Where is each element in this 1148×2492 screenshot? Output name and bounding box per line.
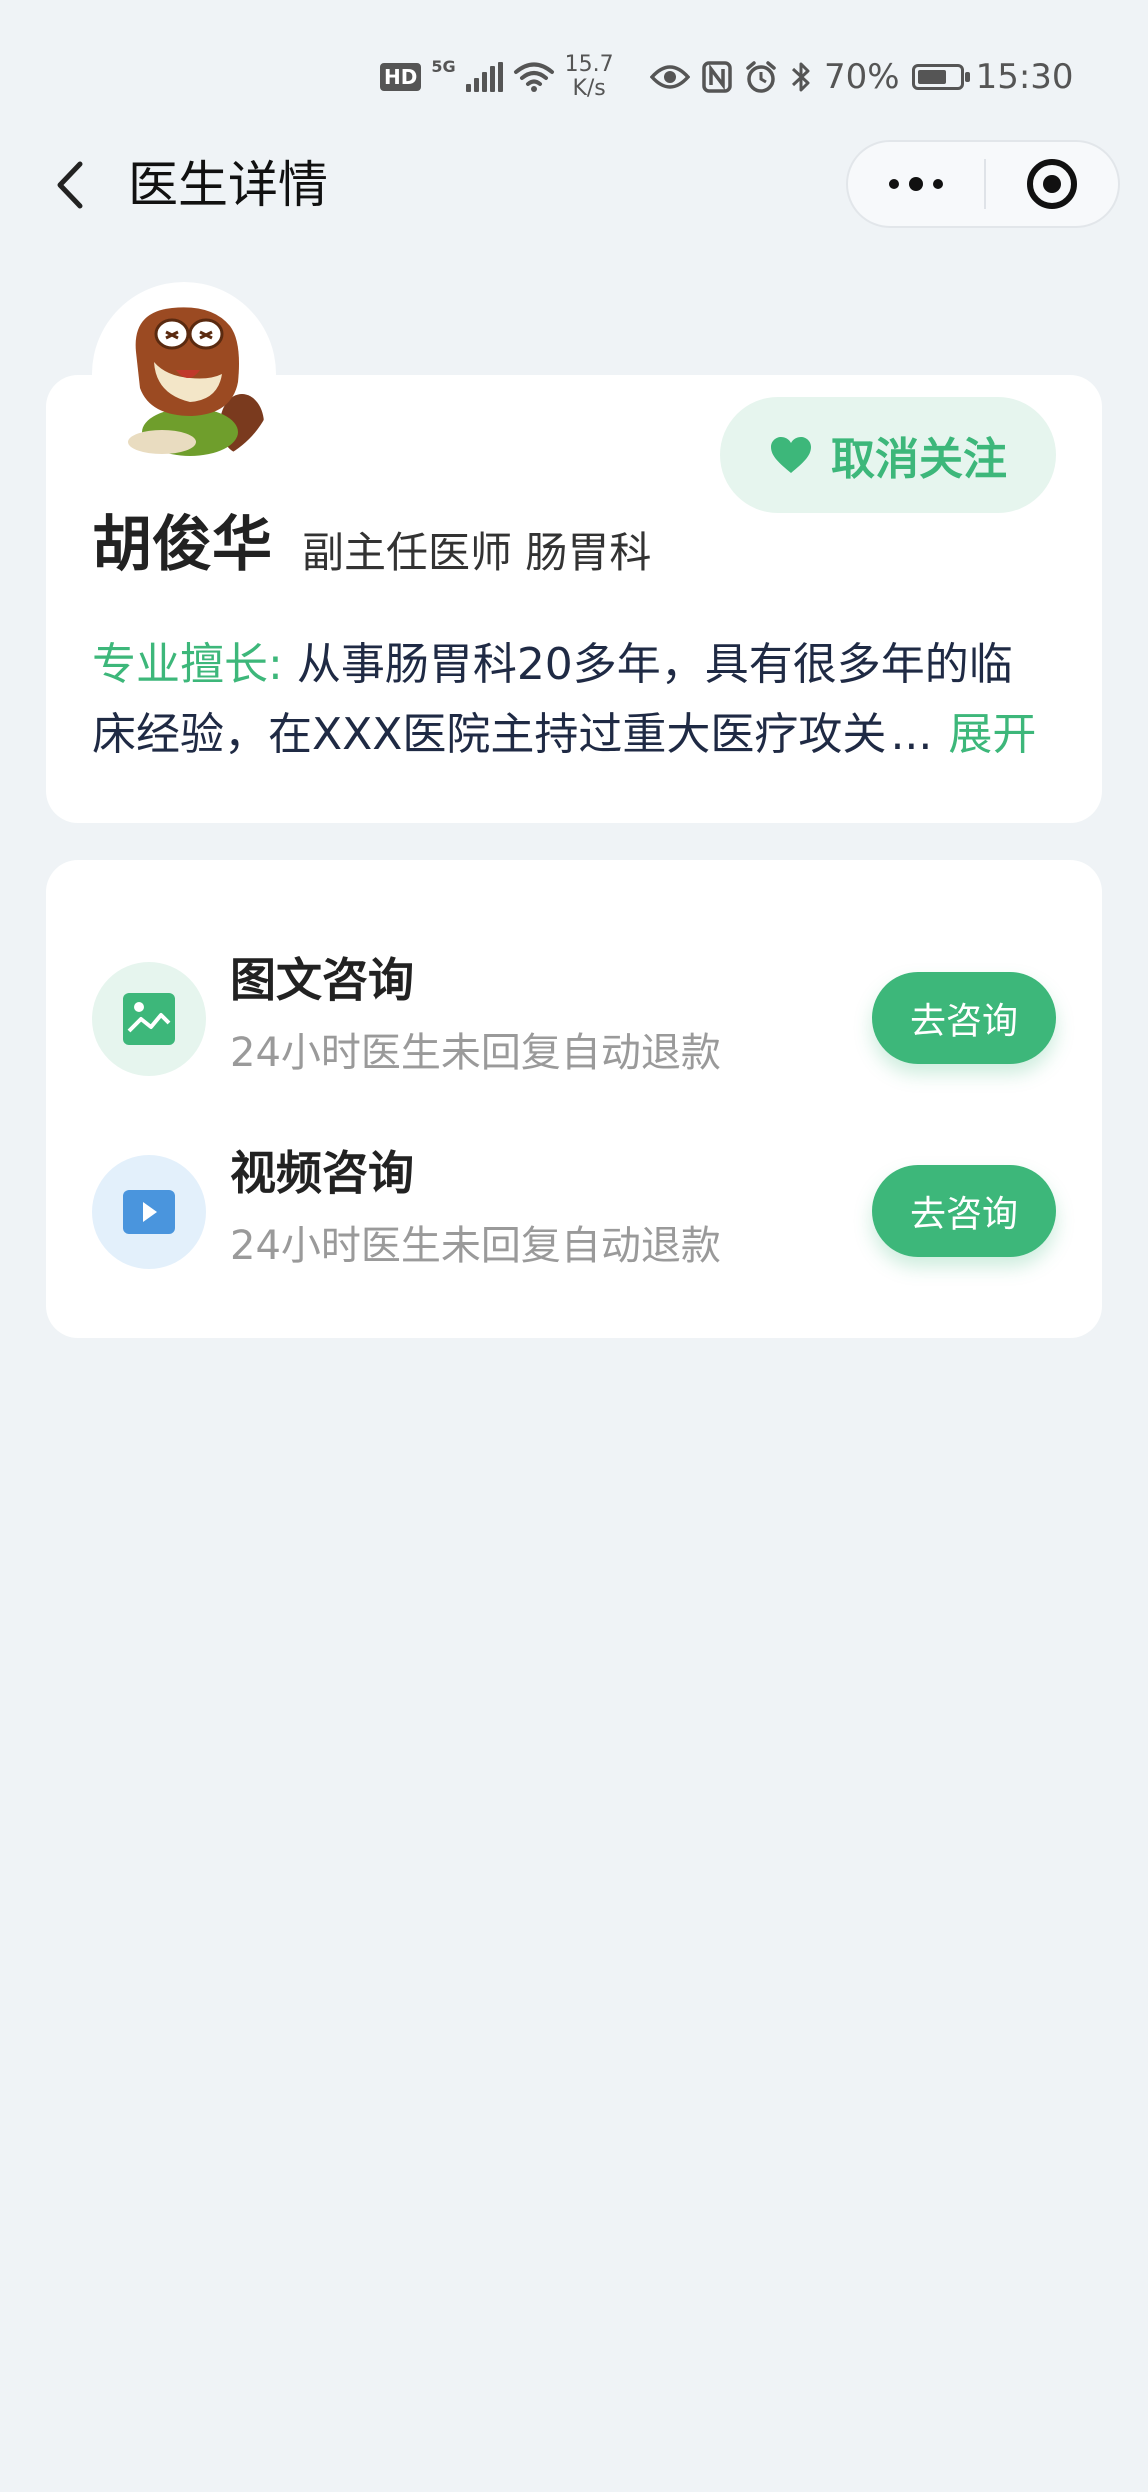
consult-item-image-text: 图文咨询 24小时医生未回复自动退款 去咨询 <box>46 940 1102 1100</box>
consult-desc: 24小时医生未回复自动退款 <box>230 1223 721 1269</box>
doctor-title-department: 副主任医师 肠胃科 <box>302 528 652 577</box>
consult-button[interactable]: 去咨询 <box>872 1165 1056 1257</box>
nav-bar: 医生详情 <box>0 140 1148 230</box>
specialty-ellipsis: ... <box>890 709 933 760</box>
consult-title: 视频咨询 <box>230 1146 414 1200</box>
consult-item-video: 视频咨询 24小时医生未回复自动退款 去咨询 <box>46 1133 1102 1293</box>
page-title: 医生详情 <box>128 156 328 214</box>
close-miniprogram-button[interactable] <box>986 142 1118 226</box>
hd-badge: HD <box>380 63 422 91</box>
video-icon <box>92 1155 206 1269</box>
battery-icon <box>911 64 970 90</box>
specialty-text-1: 从事肠胃科20多年，具有很多年的临 <box>282 639 1013 690</box>
network-type: 5G <box>431 57 456 76</box>
consultation-card: 图文咨询 24小时医生未回复自动退款 去咨询 视频咨询 24小时医生未回复自动退… <box>46 860 1102 1338</box>
speed-value: 15.7 <box>564 52 614 77</box>
status-bar: HD 5G 15.7 K/s 70% 15:30 <box>0 0 1148 150</box>
bluetooth-icon <box>791 62 810 92</box>
specialty-text-2: 床经验，在XXX医院主持过重大医疗攻关 <box>92 709 887 760</box>
network-speed: 15.7 K/s <box>565 53 614 101</box>
consult-button[interactable]: 去咨询 <box>872 972 1056 1064</box>
expand-link[interactable]: 展开 <box>948 700 1036 770</box>
battery-percent: 70% <box>824 57 900 97</box>
doctor-specialty: 专业擅长: 从事肠胃科20多年，具有很多年的临 床经验，在XXX医院主持过重大医… <box>92 630 1056 770</box>
nfc-icon <box>702 61 732 93</box>
unfollow-label: 取消关注 <box>831 434 1007 485</box>
consult-desc: 24小时医生未回复自动退款 <box>230 1030 721 1076</box>
status-right: 70% 15:30 <box>650 50 1074 104</box>
heart-icon <box>771 437 811 473</box>
specialty-line-1: 专业擅长: 从事肠胃科20多年，具有很多年的临 <box>92 630 1056 700</box>
signal-icon <box>465 62 503 92</box>
wifi-icon <box>513 62 554 92</box>
mini-program-capsule <box>846 140 1120 228</box>
status-left: HD 5G 15.7 K/s <box>380 52 614 102</box>
image-icon <box>92 962 206 1076</box>
target-icon <box>1027 159 1077 209</box>
unfollow-button[interactable]: 取消关注 <box>720 397 1056 513</box>
more-dots-icon <box>889 179 899 189</box>
speed-unit: K/s <box>572 76 606 101</box>
cartoon-avatar-icon <box>128 307 264 456</box>
specialty-line-2: 床经验，在XXX医院主持过重大医疗攻关... 展开 <box>92 700 1056 770</box>
specialty-label: 专业擅长: <box>92 639 283 690</box>
alarm-icon <box>746 61 776 93</box>
back-button[interactable] <box>40 155 100 215</box>
doctor-name: 胡俊华 <box>92 510 272 580</box>
more-button[interactable] <box>848 142 984 226</box>
doctor-avatar <box>92 282 276 466</box>
chevron-left-icon <box>57 161 83 209</box>
consult-title: 图文咨询 <box>230 953 414 1007</box>
clock: 15:30 <box>975 57 1074 97</box>
eye-icon <box>650 65 690 89</box>
